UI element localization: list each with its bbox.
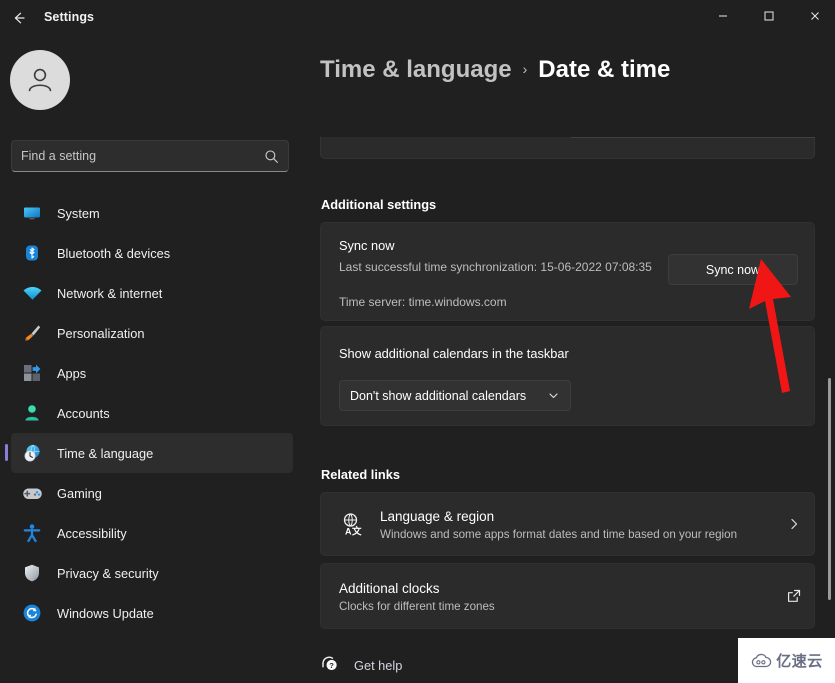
time-server-text: Time server: time.windows.com (339, 295, 507, 309)
sidebar-item-label: Accessibility (57, 525, 127, 541)
search-box[interactable] (11, 140, 289, 172)
additional-calendars-card: Show additional calendars in the taskbar… (320, 326, 815, 426)
card-divider (571, 137, 815, 138)
additional-calendars-title: Show additional calendars in the taskbar (339, 346, 569, 361)
wifi-icon (21, 282, 43, 304)
cloud-icon (752, 653, 772, 667)
scrollbar-thumb[interactable] (828, 378, 831, 600)
svg-text:A: A (345, 526, 352, 536)
clock-globe-icon (21, 442, 43, 464)
sidebar-item-system[interactable]: System (11, 193, 293, 233)
chevron-right-icon[interactable] (774, 517, 814, 531)
gamepad-icon (21, 482, 43, 504)
section-heading-additional-settings: Additional settings (321, 197, 437, 212)
back-arrow-icon (14, 12, 25, 24)
sync-now-title: Sync now (339, 238, 395, 253)
apps-grid-icon (21, 362, 43, 384)
sidebar-item-label: System (57, 205, 100, 221)
back-button[interactable] (4, 5, 34, 31)
sidebar-item-privacy-security[interactable]: Privacy & security (11, 553, 293, 593)
related-link-text: Language & region Windows and some apps … (380, 508, 774, 541)
section-heading-related-links: Related links (321, 467, 400, 482)
page-title: Date & time (538, 56, 671, 83)
title-bar: Settings (0, 0, 835, 36)
user-avatar-icon (28, 68, 52, 92)
watermark: 亿速云 (738, 638, 835, 683)
open-external-icon[interactable] (774, 588, 814, 604)
sync-now-subtitle: Last successful time synchronization: 15… (339, 260, 652, 274)
maximize-button[interactable] (746, 0, 792, 32)
related-link-subtitle: Windows and some apps format dates and t… (380, 527, 738, 541)
search-icon[interactable] (264, 149, 279, 164)
related-link-title: Additional clocks (339, 580, 440, 596)
translate-globe-icon: A 文 (338, 512, 366, 537)
settings-scroll-area: Additional settings Sync now Last succes… (304, 96, 835, 683)
scrolled-card-fragment (320, 137, 815, 159)
breadcrumb: Time & language › Date & time (320, 56, 670, 84)
help-question-icon: ? (320, 653, 340, 678)
minimize-button[interactable] (700, 0, 746, 32)
dropdown-selected-value: Don't show additional calendars (350, 388, 527, 403)
shield-icon (21, 562, 43, 584)
related-link-additional-clocks[interactable]: Additional clocks Clocks for different t… (320, 563, 815, 629)
sidebar-item-windows-update[interactable]: Windows Update (11, 593, 293, 633)
get-help-link[interactable]: ? Get help (320, 653, 402, 678)
sidebar-item-gaming[interactable]: Gaming (11, 473, 293, 513)
sidebar-item-time-language[interactable]: Time & language (5, 433, 293, 473)
vertical-scrollbar[interactable] (825, 60, 835, 647)
sidebar-item-network-internet[interactable]: Network & internet (11, 273, 293, 313)
paintbrush-icon (21, 322, 43, 344)
svg-text:文: 文 (351, 525, 362, 537)
maximize-icon (764, 11, 774, 21)
sidebar-item-accounts[interactable]: Accounts (11, 393, 293, 433)
additional-calendars-dropdown[interactable]: Don't show additional calendars (339, 380, 571, 411)
svg-text:?: ? (329, 661, 334, 670)
sidebar-item-label: Windows Update (57, 605, 154, 621)
main-content: Time & language › Date & time Additional… (304, 36, 835, 683)
close-icon (811, 12, 819, 20)
related-link-language-region[interactable]: A 文 Language & region Windows and some a… (320, 492, 815, 556)
app-title: Settings (44, 10, 95, 24)
get-help-label: Get help (354, 658, 403, 673)
sidebar-item-label: Bluetooth & devices (57, 245, 171, 261)
chevron-right-icon: › (522, 61, 528, 77)
person-icon (21, 402, 43, 424)
sidebar-item-bluetooth-devices[interactable]: Bluetooth & devices (11, 233, 293, 273)
settings-window: Settings Find a setting System Bluetooth… (0, 0, 835, 683)
sidebar-nav: System Bluetooth & devices Network & int… (0, 193, 304, 633)
sidebar-item-accessibility[interactable]: Accessibility (11, 513, 293, 553)
sidebar-item-label: Time & language (57, 445, 154, 461)
bluetooth-icon (21, 242, 43, 264)
sidebar-item-label: Privacy & security (57, 565, 159, 581)
related-link-title: Language & region (380, 508, 495, 524)
sidebar-item-label: Apps (57, 365, 87, 381)
sidebar: System Bluetooth & devices (0, 36, 304, 683)
close-button[interactable] (792, 0, 835, 32)
sidebar-item-label: Personalization (57, 325, 145, 341)
breadcrumb-parent[interactable]: Time & language (320, 56, 512, 84)
sync-now-card: Sync now Last successful time synchroniz… (320, 222, 815, 321)
search-input[interactable] (21, 149, 264, 163)
related-link-text: Additional clocks Clocks for different t… (339, 580, 774, 613)
sidebar-item-label: Accounts (57, 405, 110, 421)
sidebar-item-apps[interactable]: Apps (11, 353, 293, 393)
sidebar-item-label: Network & internet (57, 285, 163, 301)
chevron-down-icon (549, 393, 558, 399)
accessibility-icon (21, 522, 43, 544)
avatar[interactable] (10, 50, 70, 110)
sidebar-item-personalization[interactable]: Personalization (11, 313, 293, 353)
monitor-icon (21, 202, 43, 224)
watermark-text: 亿速云 (776, 653, 823, 670)
update-sync-icon (21, 602, 43, 624)
sidebar-item-label: Gaming (57, 485, 102, 501)
sync-now-button[interactable]: Sync now (668, 254, 798, 285)
minimize-icon (719, 15, 727, 17)
related-link-subtitle: Clocks for different time zones (339, 599, 495, 613)
